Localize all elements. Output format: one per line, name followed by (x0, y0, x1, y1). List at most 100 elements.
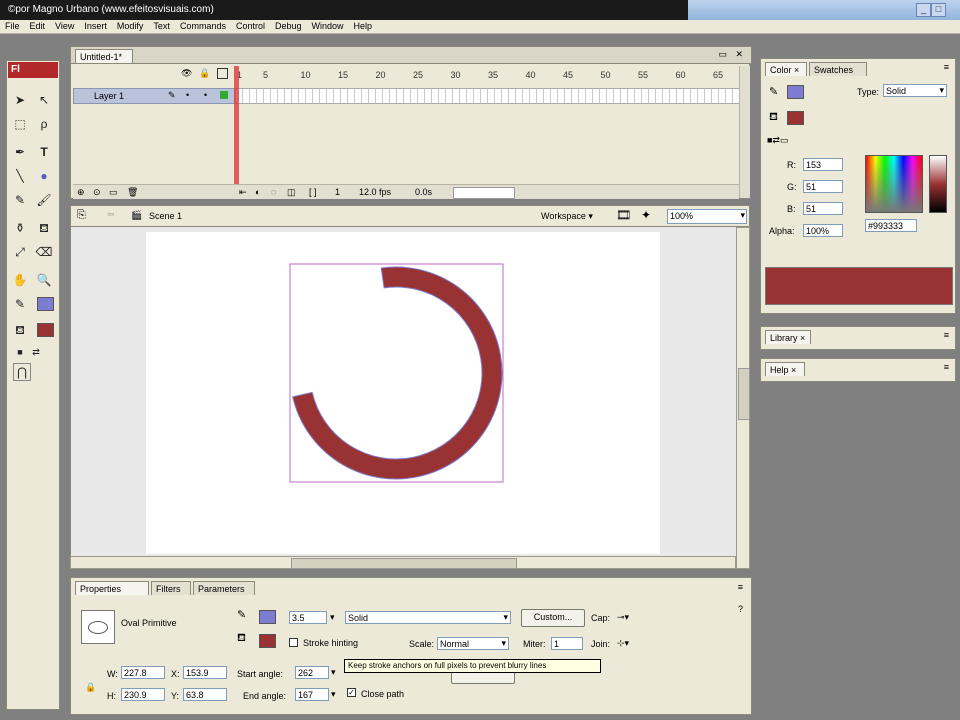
fill-color-swatch[interactable] (259, 634, 276, 648)
minimize-icon[interactable]: _ (916, 3, 931, 17)
swap-colors-icon[interactable]: ⇄ (27, 343, 45, 361)
modify-markers-icon[interactable]: [ ] (309, 187, 317, 197)
oval-primitive-shape[interactable] (292, 266, 503, 480)
tab-properties[interactable]: Properties (75, 581, 149, 595)
onion-outline-icon[interactable]: ◌ (271, 187, 276, 197)
menu-item-window[interactable]: Window (307, 20, 349, 31)
menu-item-commands[interactable]: Commands (175, 20, 231, 31)
cap-select[interactable]: ⊸▾ (617, 612, 629, 623)
pencil-tool-icon[interactable]: ✎ (11, 191, 29, 209)
y-field[interactable]: 63.8 (183, 688, 227, 701)
text-tool-icon[interactable]: T (35, 143, 53, 161)
edit-multiple-icon[interactable]: ◫ (287, 187, 296, 198)
tab-color[interactable]: Color × (765, 62, 807, 76)
menu-item-help[interactable]: Help (349, 20, 378, 31)
stroke-color-swatch[interactable] (787, 85, 804, 99)
panel-options-icon[interactable]: ≡ (944, 330, 949, 340)
paint-bucket-tool-icon[interactable]: ⛾ (35, 219, 53, 237)
swap-colors-icon[interactable]: ■⇄▭ (767, 135, 788, 146)
chevron-down-icon[interactable]: ▾ (740, 210, 745, 221)
stroke-height-field[interactable]: 3.5 (289, 611, 327, 624)
x-field[interactable]: 153.9 (183, 666, 227, 679)
back-arrow-icon[interactable]: ⇦ (107, 209, 115, 220)
chevron-down-icon[interactable]: ▾ (939, 85, 944, 96)
frame-rate[interactable]: 12.0 fps (359, 187, 391, 197)
insert-layer-icon[interactable]: ⊕ (77, 187, 85, 198)
zoom-tool-icon[interactable]: 🔍 (35, 271, 53, 289)
workspace-menu[interactable]: Workspace ▾ (541, 211, 593, 222)
playhead[interactable] (234, 66, 239, 194)
eye-icon[interactable]: 👁 (181, 68, 192, 79)
timeline-toggle-icon[interactable]: ⎘ (77, 209, 86, 222)
document-tab[interactable]: Untitled-1* (75, 49, 133, 63)
delete-layer-icon[interactable]: 🗑 (127, 187, 138, 198)
height-field[interactable]: 230.9 (121, 688, 165, 701)
hand-tool-icon[interactable]: ✋ (11, 271, 29, 289)
start-angle-field[interactable]: 262 (295, 666, 329, 679)
lasso-tool-icon[interactable]: ρ (35, 115, 53, 133)
restore-icon[interactable]: ▭ (718, 49, 727, 60)
scroll-thumb[interactable] (291, 558, 517, 569)
fill-color-swatch[interactable] (37, 323, 54, 337)
tab-help[interactable]: Help × (765, 362, 805, 376)
miter-field[interactable]: 1 (551, 637, 583, 650)
stroke-style-select[interactable]: Solid ▾ (345, 611, 511, 624)
chevron-down-icon[interactable]: ▾ (331, 667, 336, 678)
fill-color-swatch[interactable] (787, 111, 804, 125)
chevron-down-icon[interactable]: ▾ (331, 689, 336, 700)
scene-name[interactable]: Scene 1 (149, 211, 182, 221)
edit-symbols-icon[interactable]: ✦ (641, 208, 651, 222)
menu-item-control[interactable]: Control (231, 20, 270, 31)
close-icon[interactable]: ✕ (735, 49, 743, 60)
close-path-checkbox[interactable]: ✓ (347, 688, 356, 697)
stage-vertical-scrollbar[interactable] (736, 227, 750, 569)
type-select[interactable]: Solid ▾ (883, 84, 947, 97)
g-field[interactable]: 51 (803, 180, 843, 193)
brightness-slider[interactable] (929, 155, 947, 213)
stroke-color-swatch[interactable] (259, 610, 276, 624)
stroke-color-swatch[interactable] (37, 297, 54, 311)
stroke-hinting-checkbox[interactable] (289, 638, 298, 647)
center-frame-icon[interactable]: ⇤ (239, 187, 247, 198)
menu-item-file[interactable]: File (0, 20, 25, 31)
timeline-hscroll[interactable] (453, 187, 515, 199)
chevron-down-icon[interactable]: ▾ (503, 612, 508, 623)
onion-skin-icon[interactable]: ◐ (255, 187, 260, 197)
chevron-down-icon[interactable]: ▾ (501, 638, 506, 649)
frame-strip[interactable] (235, 88, 742, 104)
timeline-scrollbar[interactable] (739, 66, 750, 198)
pen-tool-icon[interactable]: ✒ (11, 143, 29, 161)
free-transform-tool-icon[interactable]: ⬚ (11, 115, 29, 133)
tab-swatches[interactable]: Swatches (809, 62, 867, 76)
stage-horizontal-scrollbar[interactable] (70, 556, 736, 569)
line-tool-icon[interactable]: ╲ (11, 167, 29, 185)
panel-options-icon[interactable]: ≡ (944, 62, 949, 72)
eyedropper-tool-icon[interactable]: ⤢ (11, 243, 29, 261)
chevron-down-icon[interactable]: ▾ (330, 612, 335, 623)
scroll-thumb[interactable] (738, 368, 750, 420)
scale-select[interactable]: Normal ▾ (437, 637, 509, 650)
menu-item-debug[interactable]: Debug (270, 20, 307, 31)
dot-icon[interactable]: • (204, 90, 207, 100)
zoom-field[interactable]: 100% ▾ (667, 209, 747, 224)
panel-options-icon[interactable]: ≡ (738, 582, 743, 592)
menu-item-text[interactable]: Text (148, 20, 175, 31)
insert-folder-icon[interactable]: ▭ (109, 187, 118, 198)
outline-icon[interactable] (217, 68, 228, 79)
layer-outline-color-icon[interactable] (220, 91, 228, 99)
stage[interactable] (146, 232, 660, 554)
subselection-tool-icon[interactable]: ↖ (35, 91, 53, 109)
hex-field[interactable]: #993333 (865, 219, 917, 232)
layer-row[interactable]: Layer 1 ✎ • • (73, 88, 235, 104)
menu-item-edit[interactable]: Edit (25, 20, 51, 31)
alpha-field[interactable]: 100% (803, 224, 843, 237)
r-field[interactable]: 153 (803, 158, 843, 171)
menu-item-modify[interactable]: Modify (112, 20, 149, 31)
snap-to-objects-icon[interactable]: ⋂ (13, 363, 31, 381)
edit-scene-icon[interactable]: 🎞 (616, 208, 631, 222)
maximize-icon[interactable]: □ (931, 3, 946, 17)
selection-tool-icon[interactable]: ➤ (11, 91, 29, 109)
tab-filters[interactable]: Filters (151, 581, 191, 595)
menu-item-view[interactable]: View (50, 20, 79, 31)
end-angle-field[interactable]: 167 (295, 688, 329, 701)
